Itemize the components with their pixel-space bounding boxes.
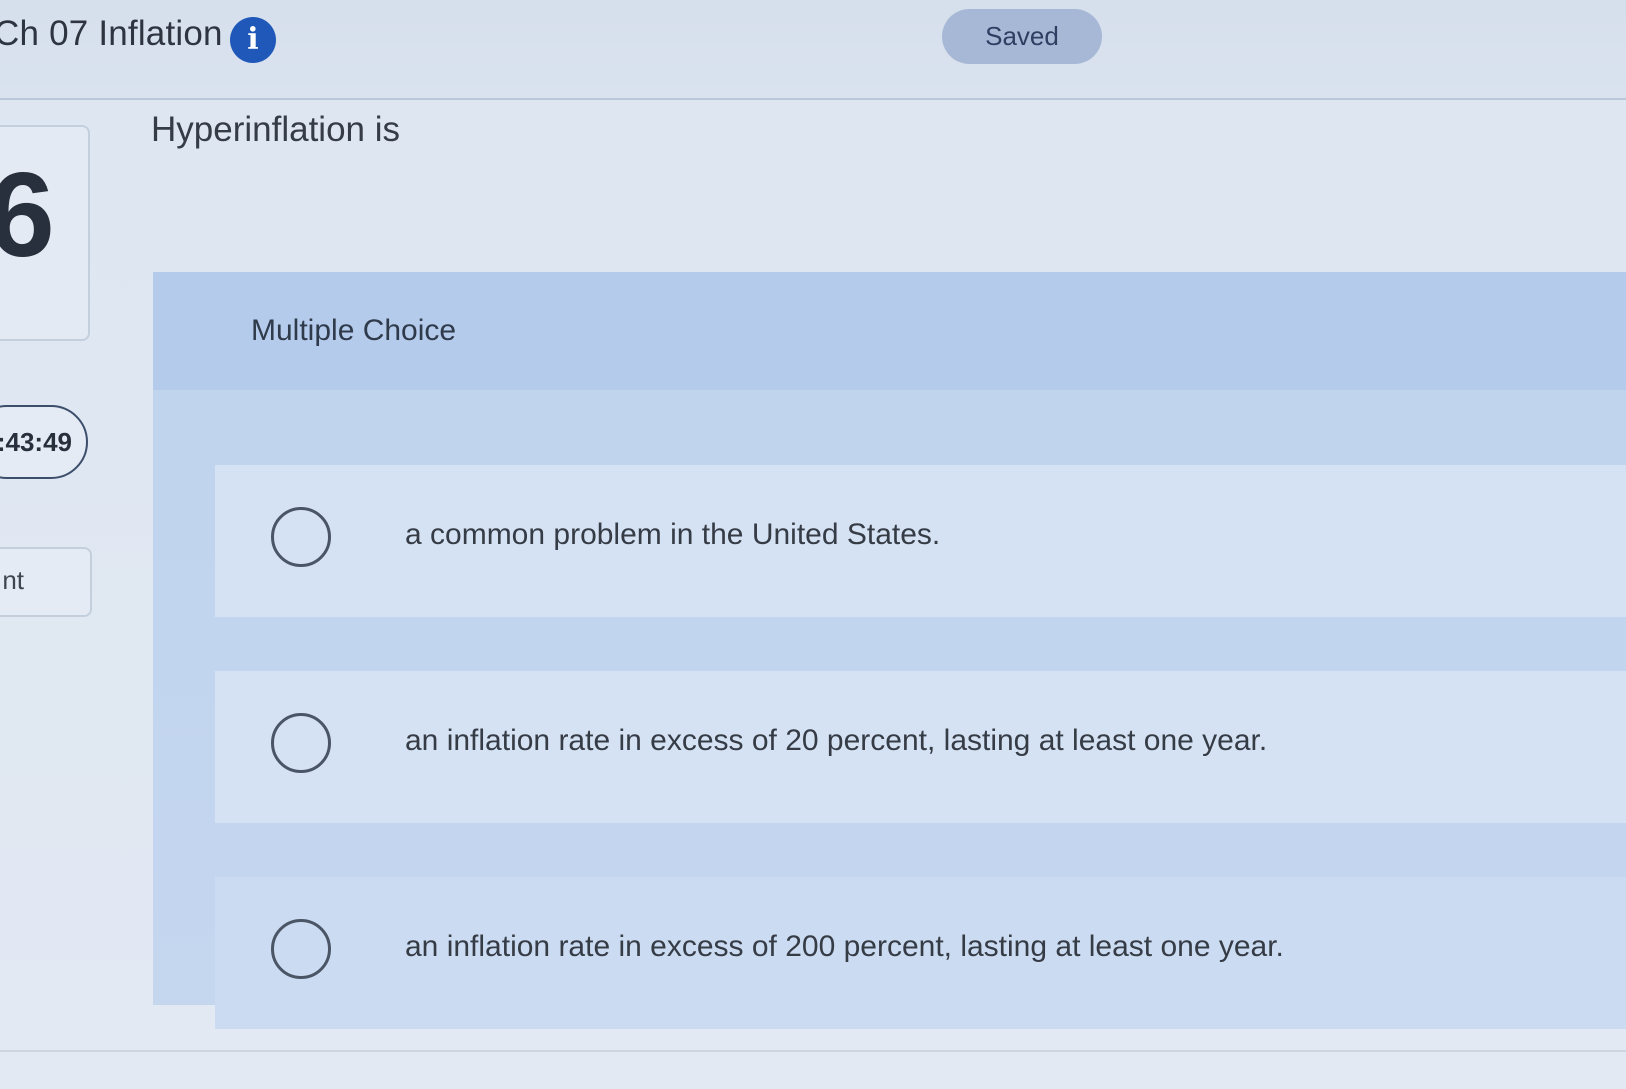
- choice-option-3[interactable]: an inflation rate in excess of 200 perce…: [215, 877, 1626, 1029]
- radio-button-1[interactable]: [271, 507, 331, 567]
- info-icon[interactable]: i: [230, 17, 276, 63]
- saved-button[interactable]: Saved: [942, 9, 1102, 64]
- choice-option-2[interactable]: an inflation rate in excess of 20 percen…: [215, 671, 1626, 823]
- question-number: 6: [0, 155, 55, 275]
- radio-button-2[interactable]: [271, 713, 331, 773]
- question-type-band: Multiple Choice: [153, 272, 1626, 390]
- side-nav-button[interactable]: nt: [0, 547, 92, 617]
- timer-text: :43:49: [0, 426, 72, 457]
- choice-option-1[interactable]: a common problem in the United States.: [215, 465, 1626, 617]
- choice-label-2[interactable]: an inflation rate in excess of 20 percen…: [405, 724, 1267, 758]
- question-type-label: Multiple Choice: [251, 314, 457, 347]
- divider: [0, 1050, 1626, 1052]
- question-prompt: Hyperinflation is: [151, 110, 400, 149]
- side-nav-button-label: nt: [2, 565, 24, 595]
- question-number-card: 6: [0, 125, 90, 341]
- choice-label-3[interactable]: an inflation rate in excess of 200 perce…: [405, 930, 1284, 964]
- timer-pill: :43:49: [0, 405, 88, 479]
- choices-panel: Multiple Choice a common problem in the …: [153, 272, 1626, 1029]
- assignment-title: Ch 07 Inflation: [0, 14, 223, 53]
- radio-button-3[interactable]: [271, 919, 331, 979]
- choice-label-1[interactable]: a common problem in the United States.: [405, 518, 940, 552]
- top-header: Ch 07 Inflation i Saved: [0, 0, 1626, 100]
